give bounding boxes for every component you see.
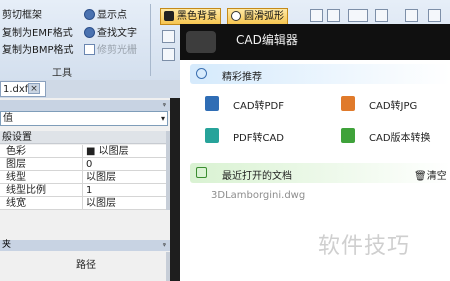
fit-view-icon[interactable] <box>310 9 323 22</box>
recent-docs-header: 最近打开的文档 <box>190 163 450 183</box>
cad-window-titlebar <box>180 24 450 60</box>
pan-icon[interactable] <box>327 9 340 22</box>
pin-icon[interactable]: ᵠ <box>163 240 166 251</box>
zoom-dropdown-icon[interactable] <box>348 9 368 22</box>
cad-version-convert-link[interactable]: CAD版本转换 <box>369 129 431 144</box>
show-points-button[interactable]: 显示点 <box>84 9 127 23</box>
featured-header-label: 精彩推荐 <box>222 72 262 83</box>
copy-emf-label: 复制为EMF格式 <box>2 28 73 39</box>
black-background-label: 黑色背景 <box>177 11 217 22</box>
chevron-down-icon[interactable]: ▾ <box>161 112 165 125</box>
forward-icon[interactable] <box>428 9 441 22</box>
cut-frame-button[interactable]: 剪切框架 <box>2 9 42 23</box>
property-value[interactable]: 以图层 <box>82 171 116 184</box>
property-row[interactable]: 线型比例 1 <box>0 184 166 197</box>
trim-raster-label: 修剪光栅 <box>97 45 137 56</box>
copy-bmp-label: 复制为BMP格式 <box>2 45 74 56</box>
smooth-arc-label: 圆滑弧形 <box>244 11 284 22</box>
folder-scrollbar[interactable] <box>166 252 170 281</box>
property-name: 线宽 <box>6 198 26 209</box>
property-row[interactable]: 线型 以图层 <box>0 171 166 184</box>
recent-file-item[interactable]: 3DLamborgini.dwg <box>211 190 305 201</box>
recent-docs-label: 最近打开的文档 <box>222 171 292 182</box>
property-row[interactable]: 线宽 以图层 <box>0 197 166 210</box>
find-text-label: 查找文字 <box>97 28 137 39</box>
general-settings-section[interactable]: 般设置 <box>0 131 166 144</box>
select-icon[interactable] <box>375 9 388 22</box>
pdf-to-cad-icon <box>205 128 219 143</box>
back-icon[interactable] <box>405 9 418 22</box>
clear-recent-button[interactable]: 🗑清空 <box>414 167 447 182</box>
clear-recent-label: 清空 <box>426 171 447 182</box>
image-convert-icon <box>341 96 355 111</box>
featured-header: 精彩推荐 <box>190 64 450 84</box>
pdf-convert-icon <box>205 96 219 111</box>
property-value[interactable]: 以图层 <box>82 197 116 210</box>
property-row[interactable]: 色彩 ■ 以图层 <box>0 145 166 158</box>
property-row[interactable]: 图层 0 <box>0 158 166 171</box>
show-points-label: 显示点 <box>97 10 127 21</box>
property-name: 色彩 <box>6 146 26 157</box>
section-label: 般设置 <box>2 132 32 143</box>
app-logo-icon <box>186 31 216 53</box>
copy-bmp-button[interactable]: 复制为BMP格式 <box>2 44 74 58</box>
property-name: 图层 <box>6 159 26 170</box>
star-icon <box>196 68 207 79</box>
property-value[interactable]: 0 <box>82 158 92 171</box>
tab-close-icon[interactable]: × <box>28 83 40 94</box>
property-name: 线型 <box>6 172 26 183</box>
ribbon-separator <box>150 4 151 76</box>
ribbon-small-icon[interactable] <box>162 30 175 43</box>
show-points-icon <box>84 9 95 20</box>
pdf-to-cad-link[interactable]: PDF转CAD <box>233 129 284 144</box>
folder-panel-label: 夹 <box>2 240 12 250</box>
version-convert-icon <box>341 128 355 143</box>
property-value[interactable]: 1 <box>82 184 92 197</box>
trim-raster-icon <box>84 44 95 55</box>
path-column-header[interactable]: 路径 <box>76 256 96 271</box>
smooth-arc-toggle[interactable]: 圆滑弧形 <box>227 8 288 25</box>
document-icon <box>196 167 207 178</box>
cad-to-jpg-link[interactable]: CAD转JPG <box>369 97 417 112</box>
object-selector-value: 值 <box>3 113 13 124</box>
pin-icon[interactable]: ᵠ <box>163 100 166 111</box>
trash-icon: 🗑 <box>414 171 427 182</box>
black-background-toggle[interactable]: 黑色背景 <box>160 8 221 25</box>
cut-frame-label: 剪切框架 <box>2 10 42 21</box>
property-name: 线型比例 <box>6 185 46 196</box>
object-selector-combo[interactable]: 值 ▾ <box>0 111 168 126</box>
trim-raster-button[interactable]: 修剪光栅 <box>84 44 137 58</box>
cad-window-title: CAD编辑器 <box>236 33 298 47</box>
copy-emf-button[interactable]: 复制为EMF格式 <box>2 27 73 41</box>
watermark: 软件技巧 <box>318 234 411 259</box>
find-text-button[interactable]: 查找文字 <box>84 27 137 41</box>
properties-scrollbar[interactable] <box>166 131 170 210</box>
document-tab-label: 1.dxf <box>3 84 29 95</box>
properties-title-bar: ᵠ <box>0 100 170 111</box>
cad-to-pdf-link[interactable]: CAD转PDF <box>233 97 284 112</box>
ribbon-small-icon[interactable] <box>162 48 175 61</box>
ribbon-group-label: 工具 <box>52 68 72 79</box>
property-value[interactable]: ■ 以图层 <box>82 145 129 158</box>
folder-panel-title: 夹ᵠ <box>0 240 170 251</box>
find-text-icon <box>84 27 95 38</box>
